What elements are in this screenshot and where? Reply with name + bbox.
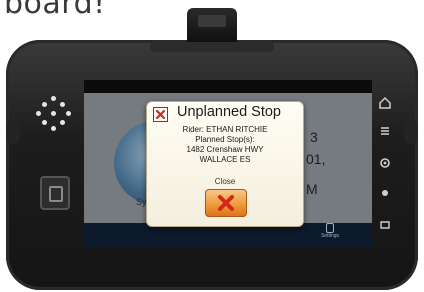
close-label: Close	[214, 177, 236, 186]
x-box-icon	[153, 107, 168, 122]
settings-icon	[326, 223, 334, 233]
stop-address: 1482 Crenshaw HWY	[186, 145, 264, 154]
gear-icon[interactable]	[378, 156, 392, 170]
background-label: Sy	[136, 197, 147, 207]
red-x-icon	[218, 195, 234, 211]
back-icon[interactable]	[378, 218, 392, 232]
school-name: WALLACE ES	[199, 155, 251, 164]
right-bumper	[404, 120, 418, 144]
speaker-grille	[36, 96, 72, 132]
power-icon[interactable]	[378, 186, 392, 200]
mount-clip	[187, 8, 237, 44]
settings-label: Settings	[320, 233, 340, 239]
planned-stops-label: Planned Stop(s):	[195, 135, 255, 144]
usb-port	[40, 176, 70, 210]
background-value-3: M	[306, 181, 318, 197]
rider-line: Rider: ETHAN RITCHIE	[182, 125, 268, 134]
menu-icon[interactable]	[378, 124, 392, 138]
status-bar	[84, 80, 372, 93]
settings-tab[interactable]: Settings	[318, 223, 342, 239]
background-value-2: 01,	[306, 151, 326, 167]
left-bumper	[6, 120, 20, 144]
unplanned-stop-dialog: Unplanned Stop Rider: ETHAN RITCHIE Plan…	[146, 101, 304, 227]
bezel-top-ridge	[150, 42, 274, 52]
page-heading: board!	[4, 0, 106, 21]
home-icon[interactable]	[378, 96, 392, 110]
close-button[interactable]	[205, 189, 247, 217]
dialog-title: Unplanned Stop	[177, 104, 281, 120]
background-value-1: 3	[310, 129, 318, 145]
